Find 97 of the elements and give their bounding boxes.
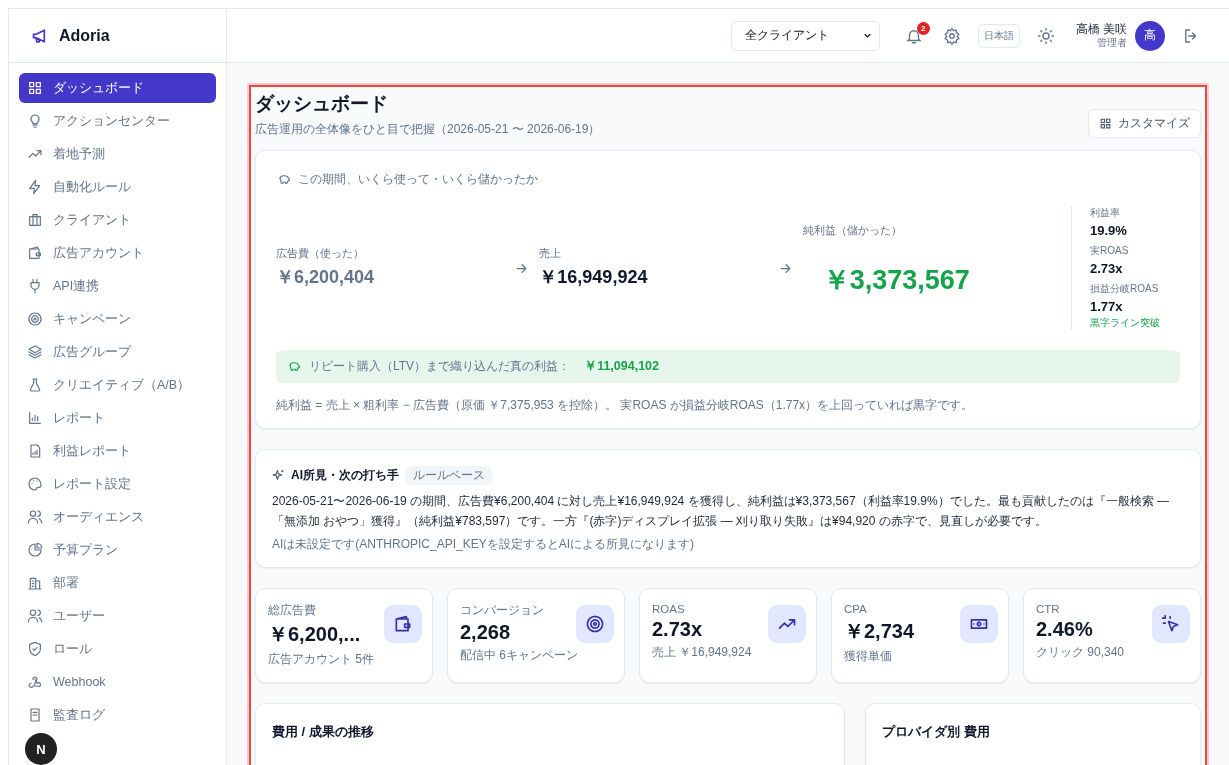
ai-card-title: AI所見・次の打ち手 xyxy=(291,467,399,484)
sidebar-item[interactable]: 利益レポート xyxy=(19,436,216,466)
ltv-label: リピート購入（LTV）まで織り込んだ真の利益： xyxy=(309,358,571,375)
sidebar-item[interactable]: 予算プラン xyxy=(19,535,216,565)
sidebar-item[interactable]: レポート xyxy=(19,403,216,433)
user-role: 管理者 xyxy=(1097,36,1127,50)
kpi-icon xyxy=(960,604,998,643)
ai-config-note: AIは未設定です(ANTHROPIC_API_KEYを設定するとAIによる所見になります) xyxy=(272,535,696,553)
kpi-subtext: 売上 ￥16,949,924 xyxy=(652,643,752,661)
brand-name: Adoria xyxy=(59,26,110,45)
nav-icon xyxy=(27,212,43,228)
kpi-subtext: 広告アカウント 5件 xyxy=(268,650,375,668)
sidebar-item[interactable]: 自動化ルール xyxy=(19,172,216,202)
status-note: 黒字ライン突破 xyxy=(1090,316,1161,330)
nav-icon xyxy=(27,377,43,393)
kpi-value: 2.73x xyxy=(652,617,704,641)
nav-icon xyxy=(27,476,43,492)
metric-label: 実ROAS xyxy=(1090,244,1130,258)
formula-note: 純利益 = 売上 × 粗利率 − 広告費（原価 ￥7,375,953 を控除）。 実ROAS が損益分岐ROAS（1.77x）を上回っていれば黒字です。 xyxy=(276,397,975,414)
insight-text: 2026-05-21〜2026-06-19 の期間、広告費¥6,200,404 に対し売上¥16,949,924 を獲得し、純利益は¥3,373,567（利益率19.9%）でした。最も貢献したのは『一般検索 —「無添加 おやつ」獲得』（純利益¥783,597）です。一方『(赤字)ディスプレイ拡張 — 刈り取り失敗』は¥94,920 の赤字で、見直しが必要です。 xyxy=(272,493,1170,531)
nav-icon xyxy=(27,245,43,261)
client-select[interactable]: 全クライアント xyxy=(730,20,880,51)
sidebar-item[interactable]: 部署 xyxy=(19,568,216,598)
sidebar-item[interactable]: オーディエンス xyxy=(19,502,216,532)
sidebar-item[interactable]: ユーザー xyxy=(19,601,216,631)
kpi-label: CPA xyxy=(844,602,868,615)
kpi-label: ROAS xyxy=(652,602,686,615)
metric-label: 売上 xyxy=(539,247,562,261)
customize-button[interactable]: カスタマイズ xyxy=(1088,109,1201,138)
sidebar-item[interactable]: キャンペーン xyxy=(19,304,216,334)
kpi-label: 総広告費 xyxy=(268,602,317,618)
nav-icon xyxy=(27,344,43,360)
nav-icon xyxy=(27,608,43,624)
metric-value: ￥3,373,567 xyxy=(821,264,971,297)
kpi-value: 2,268 xyxy=(460,620,512,644)
notification-count: 2 xyxy=(916,21,930,35)
metric-label: 純利益（儲かった） xyxy=(802,224,902,238)
nav-icon xyxy=(27,443,43,459)
kpi-subtext: 獲得単価 xyxy=(844,647,893,665)
kpi-value: ￥6,200,... xyxy=(268,621,361,647)
metric-value: ￥6,200,404 xyxy=(276,266,375,289)
nav-icon xyxy=(27,575,43,591)
sidebar-item[interactable]: 広告グループ xyxy=(19,337,216,367)
metric-label: 広告費（使った） xyxy=(276,247,364,261)
language-button[interactable]: 日本語 xyxy=(977,23,1020,48)
user-avatar[interactable]: 高 xyxy=(1135,20,1165,51)
nav-icon xyxy=(27,542,43,558)
nav-icon xyxy=(27,674,43,690)
metric-label: 損益分岐ROAS xyxy=(1090,282,1160,296)
nav-icon xyxy=(27,80,43,96)
metric-value: 1.77x xyxy=(1090,299,1124,314)
metric-value: 2.73x xyxy=(1090,261,1124,276)
sidebar-item[interactable]: ロール xyxy=(19,634,216,664)
sidebar-item[interactable]: 着地予測 xyxy=(19,139,216,169)
sidebar-item[interactable]: クリエイティブ（A/B） xyxy=(19,370,216,400)
kpi-icon xyxy=(384,604,422,643)
nav-icon xyxy=(27,641,43,657)
sidebar-item[interactable]: API連携 xyxy=(19,271,216,301)
nav-icon xyxy=(27,278,43,294)
kpi-subtext: 配信中 6キャンペーン xyxy=(460,646,578,664)
page-subtitle: 広告運用の全体像をひと目で把握（2026-05-21 〜 2026-06-19） xyxy=(255,121,601,138)
mode-tag: ルールベース xyxy=(405,466,493,485)
metric-value: 19.9% xyxy=(1090,223,1128,238)
sidebar-item[interactable]: 広告アカウント xyxy=(19,238,216,268)
kpi-icon xyxy=(576,604,614,643)
nav-icon xyxy=(27,311,43,327)
nav-icon xyxy=(27,707,43,723)
kpi-label: CTR xyxy=(1036,602,1061,615)
metric-label: 利益率 xyxy=(1090,206,1121,220)
kpi-value: 2.46% xyxy=(1036,617,1093,641)
piggy-bank-icon xyxy=(288,360,301,373)
piggy-bank-icon xyxy=(278,173,291,186)
panel-title: プロバイダ別 費用 xyxy=(882,723,990,739)
kpi-icon xyxy=(1152,604,1190,643)
user-name: 高橋 美咲 xyxy=(1075,21,1127,37)
sidebar-item[interactable]: ダッシュボード xyxy=(19,73,216,103)
kpi-value: ￥2,734 xyxy=(844,618,915,644)
nav-icon xyxy=(27,113,43,129)
sidebar-item[interactable]: レポート設定 xyxy=(19,469,216,499)
sidebar-item[interactable]: 監査ログ xyxy=(19,700,216,730)
kpi-subtext: クリック 90,340 xyxy=(1036,643,1126,661)
nav-icon xyxy=(27,179,43,195)
profit-card-heading: この期間、いくら使って・いくら儲かったか xyxy=(298,171,538,188)
metric-value: ￥16,949,924 xyxy=(539,266,648,289)
sparkles-icon xyxy=(272,469,285,482)
sidebar-item[interactable]: アクションセンター xyxy=(19,106,216,136)
panel-title: 費用 / 成果の推移 xyxy=(272,723,374,739)
sidebar-item[interactable]: Webhook xyxy=(19,667,216,697)
sidebar-item[interactable]: クライアント xyxy=(19,205,216,235)
grid-icon xyxy=(1099,117,1112,130)
kpi-label: コンバージョン xyxy=(460,602,545,618)
page-title: ダッシュボード xyxy=(255,92,389,116)
nav-icon xyxy=(27,509,43,525)
nav-icon xyxy=(27,410,43,426)
kpi-icon xyxy=(768,604,806,643)
dev-tools-button[interactable]: N xyxy=(25,733,57,765)
ltv-value: ￥11,094,102 xyxy=(584,358,659,375)
